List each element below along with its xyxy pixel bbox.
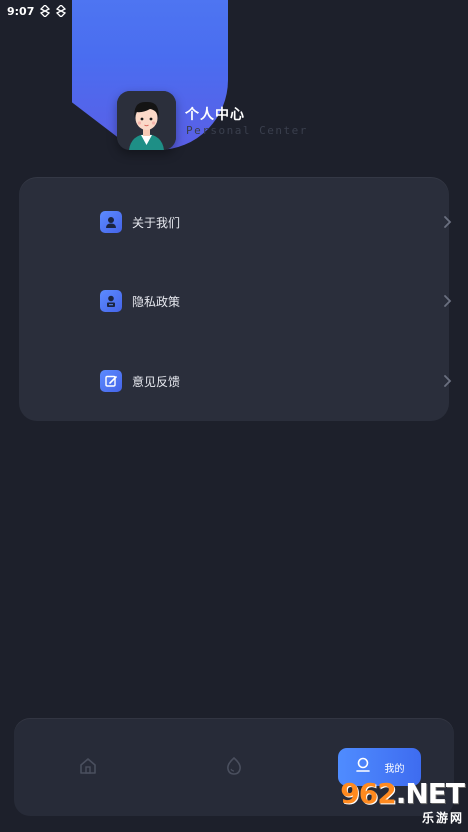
user-icon — [355, 757, 371, 777]
avatar[interactable] — [117, 91, 176, 150]
menu-item-label: 关于我们 — [132, 215, 181, 230]
menu-item-label: 隐私政策 — [132, 294, 181, 309]
chevron-right-icon — [440, 293, 454, 307]
page-subtitle: Personal Center — [186, 124, 308, 137]
user-badge-icon — [100, 290, 122, 312]
status-time: 9:07 — [7, 4, 35, 18]
menu-item-label: 意见反馈 — [132, 374, 181, 389]
page-title: 个人中心 — [185, 107, 245, 123]
egg-icon[interactable] — [224, 756, 244, 776]
home-icon[interactable] — [78, 756, 98, 776]
watermark-brand: 962.NET — [340, 777, 465, 810]
watermark-net: .NET — [395, 777, 465, 810]
chevron-right-icon — [440, 214, 454, 228]
person-card-icon — [100, 211, 122, 233]
watermark-number: 962 — [340, 777, 396, 810]
chevron-right-icon — [440, 373, 454, 387]
menu-item-about-us[interactable]: 关于我们 — [100, 209, 452, 235]
menu-card: 关于我们 隐私政策 意见反馈 — [19, 177, 452, 421]
menu-item-feedback[interactable]: 意见反馈 — [100, 368, 452, 394]
menu-item-privacy-policy[interactable]: 隐私政策 — [100, 288, 452, 314]
notification-icon — [40, 5, 51, 17]
watermark-logo: 962.NET 乐游网 — [330, 777, 465, 828]
notification-icon — [56, 5, 67, 17]
watermark-cn: 乐游网 — [421, 811, 464, 825]
status-bar: 9:07 — [0, 0, 468, 22]
edit-note-icon — [100, 370, 122, 392]
avatar-illustration-icon — [117, 91, 176, 150]
tab-mine-label: 我的 — [384, 763, 405, 775]
